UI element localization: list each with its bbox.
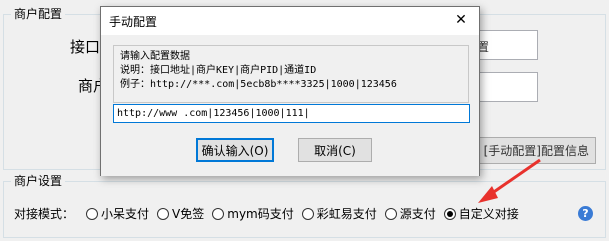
arrow-head xyxy=(478,186,498,203)
info-line: 说明：接口地址|商户KEY|商户PID|通道ID xyxy=(120,65,317,76)
info-line: 例子：http://***.com|5ecb8b****3325|1000|12… xyxy=(120,79,397,90)
dialog-title: 手动配置 xyxy=(109,14,158,29)
cancel-button[interactable]: 取消(C) xyxy=(298,138,372,162)
confirm-button[interactable]: 确认输入(O) xyxy=(196,138,274,162)
info-line: 请输入配置数据 xyxy=(120,51,190,62)
dialog-body: 请输入配置数据 说明：接口地址|商户KEY|商户PID|通道ID 例子：http… xyxy=(101,35,479,176)
arrow-shaft xyxy=(487,158,541,198)
dialog-titlebar[interactable]: 手动配置 ✕ xyxy=(101,7,479,35)
config-data-input[interactable]: http://www .com|123456|1000|111| xyxy=(113,104,470,123)
close-icon[interactable]: ✕ xyxy=(453,12,469,28)
manual-config-dialog: 手动配置 ✕ 请输入配置数据 说明：接口地址|商户KEY|商户PID|通道ID … xyxy=(100,6,480,176)
info-box: 请输入配置数据 说明：接口地址|商户KEY|商户PID|通道ID 例子：http… xyxy=(113,45,469,103)
